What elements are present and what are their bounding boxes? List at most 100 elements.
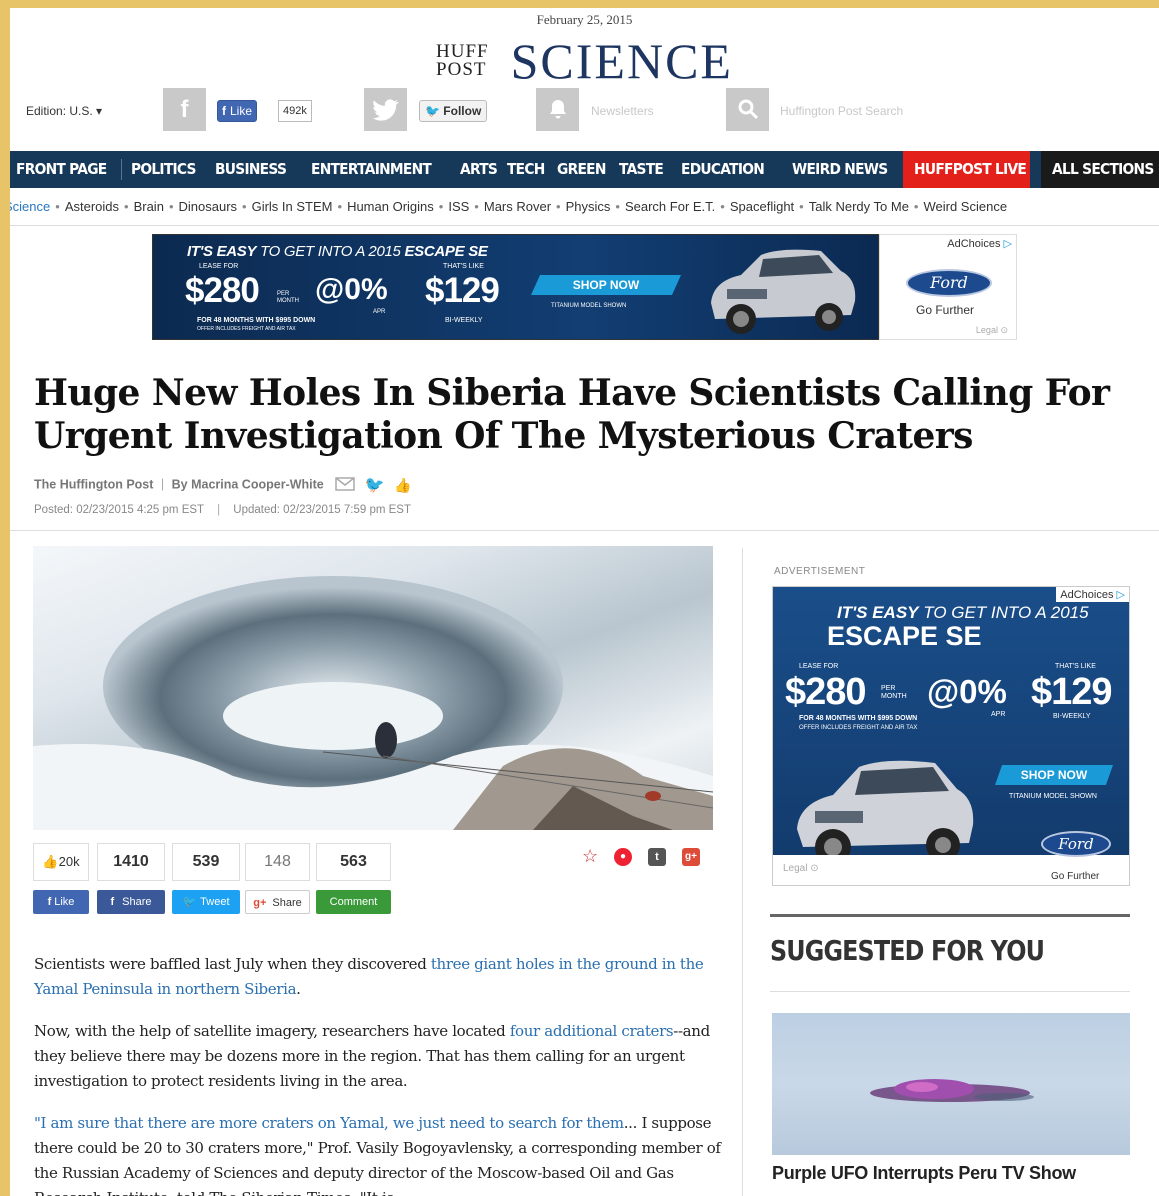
subnav-item-talk-nerdy[interactable]: Talk Nerdy To Me bbox=[809, 199, 909, 214]
header-divider bbox=[10, 530, 1159, 531]
toolbar: Edition: U.S. ▾ f f Like 492k 🐦 Follow Ne… bbox=[10, 88, 1159, 134]
search-icon[interactable] bbox=[726, 88, 769, 131]
sidebar-adchoices[interactable]: AdChoices ▷ bbox=[1056, 587, 1129, 602]
sidebar-ad-legal[interactable]: Legal ⊙ bbox=[783, 863, 819, 874]
email-author-icon[interactable] bbox=[335, 476, 355, 494]
nav-item-tech[interactable]: TECH bbox=[507, 151, 545, 188]
newsletters-link[interactable]: Newsletters bbox=[591, 104, 654, 118]
subnav-item-asteroids[interactable]: Asteroids bbox=[65, 199, 119, 214]
ad-headline-3: ESCAPE SE bbox=[404, 243, 488, 260]
link-more-craters-quote[interactable]: "I am sure that there are more craters o… bbox=[34, 1114, 624, 1132]
twitter-bird-icon bbox=[372, 99, 399, 121]
nav-item-taste[interactable]: TASTE bbox=[619, 151, 664, 188]
nav-item-green[interactable]: GREEN bbox=[557, 151, 606, 188]
tumblr-icon[interactable]: t bbox=[648, 848, 666, 866]
sidebar-ad[interactable]: AdChoices ▷ IT'S EASY TO GET INTO A 2015… bbox=[772, 586, 1130, 886]
facebook-like-button[interactable]: f Like bbox=[217, 100, 258, 122]
suggested-heading: SUGGESTED FOR YOU bbox=[770, 934, 1045, 967]
subnav-item-dinosaurs[interactable]: Dinosaurs bbox=[179, 199, 238, 214]
sidebar-ad-terms: FOR 48 MONTHS WITH $995 DOWN bbox=[799, 715, 918, 722]
twitter-follow-button[interactable]: 🐦 Follow bbox=[419, 100, 488, 122]
thumbs-up-icon: 👍 bbox=[42, 854, 59, 869]
section-title[interactable]: SCIENCE bbox=[511, 32, 733, 90]
subnav-item-brain[interactable]: Brain bbox=[134, 199, 164, 214]
gplus-share-count: 148 bbox=[245, 843, 310, 881]
author-fan-icon[interactable]: 👍 bbox=[394, 477, 411, 494]
follow-bird-icon: 🐦 bbox=[425, 104, 440, 118]
facebook-icon[interactable]: f bbox=[163, 88, 206, 131]
comment-button[interactable]: Comment bbox=[316, 890, 391, 914]
fb-icon: f bbox=[47, 896, 52, 908]
ad-shop-now-button[interactable]: SHOP NOW bbox=[531, 275, 681, 295]
nav-item-huffpost-live[interactable]: HUFFPOST LIVE bbox=[903, 151, 1030, 188]
ford-logo: Ford bbox=[906, 269, 992, 297]
newsletter-icon[interactable] bbox=[536, 88, 579, 131]
byline-author[interactable]: By Macrina Cooper-White bbox=[172, 477, 324, 491]
science-subnav: Science•Asteroids•Brain•Dinosaurs•Girls … bbox=[10, 188, 1159, 226]
sidebar-ad-headline-1: IT'S EASY bbox=[837, 603, 919, 622]
tweet-button[interactable]: 🐦 Tweet bbox=[172, 890, 240, 914]
nav-item-all-sections[interactable]: ALL SECTIONS bbox=[1041, 151, 1159, 188]
subnav-item-science[interactable]: Science bbox=[10, 199, 50, 214]
sidebar-ad-biweekly-label: BI-WEEKLY bbox=[1053, 713, 1091, 720]
nav-item-arts[interactable]: ARTS bbox=[460, 151, 498, 188]
adchoices-link[interactable]: AdChoices ▷ bbox=[947, 237, 1012, 250]
edition-selector[interactable]: Edition: U.S. ▾ bbox=[26, 104, 102, 118]
subnav-item-weird-science[interactable]: Weird Science bbox=[923, 199, 1007, 214]
author-twitter-icon[interactable]: 🐦 bbox=[365, 475, 385, 495]
subnav-item-mars-rover[interactable]: Mars Rover bbox=[484, 199, 551, 214]
banner-ad-branding: AdChoices ▷ Ford Go Further Legal ⊙ bbox=[879, 234, 1017, 340]
sidebar-ad-thats-like: THAT'S LIKE bbox=[1055, 663, 1096, 670]
sidebar-adchoices-label: AdChoices bbox=[1060, 589, 1114, 601]
huffpost-logo[interactable]: HUFF POST bbox=[436, 42, 489, 79]
adchoices-icon: ▷ bbox=[1003, 238, 1012, 250]
sidebar-ad-apr: @0% bbox=[927, 673, 1007, 710]
banner-ad[interactable]: IT'S EASY TO GET INTO A 2015 ESCAPE SE L… bbox=[152, 234, 879, 340]
ad-headline-1: IT'S EASY bbox=[187, 243, 257, 260]
gplus-share-button[interactable]: g+ Share bbox=[245, 890, 310, 914]
twitter-icon[interactable] bbox=[364, 88, 407, 131]
subnav-item-girls-in-stem[interactable]: Girls In STEM bbox=[252, 199, 333, 214]
nav-item-weird-news[interactable]: WEIRD NEWS bbox=[792, 151, 888, 188]
ad-legal-link[interactable]: Legal ⊙ bbox=[976, 325, 1008, 336]
subnav-item-iss[interactable]: ISS bbox=[448, 199, 469, 214]
search-input[interactable]: Huffington Post Search bbox=[780, 104, 903, 118]
suggested-bottom-rule bbox=[770, 991, 1130, 992]
nav-item-entertainment[interactable]: ENTERTAINMENT bbox=[311, 151, 432, 188]
link-four-additional-craters[interactable]: four additional craters bbox=[510, 1022, 674, 1040]
nav-item-education[interactable]: EDUCATION bbox=[681, 151, 765, 188]
nav-separator bbox=[121, 159, 122, 180]
fb-f-icon: f bbox=[222, 104, 226, 118]
huffpost-like-count[interactable]: 👍20k bbox=[33, 843, 89, 881]
column-divider bbox=[742, 548, 743, 1196]
byline-source[interactable]: The Huffington Post bbox=[34, 477, 153, 491]
masthead: HUFF POST SCIENCE bbox=[10, 32, 1159, 90]
sidebar-ad-biweekly: $129 bbox=[1031, 671, 1113, 713]
suggested-story-title[interactable]: Purple UFO Interrupts Peru TV Show bbox=[772, 1163, 1076, 1184]
nav-item-business[interactable]: BUSINESS bbox=[215, 151, 287, 188]
stumbleupon-icon[interactable]: ● bbox=[614, 848, 632, 866]
facebook-like-share-button[interactable]: f Like bbox=[33, 890, 89, 914]
likes-count: 20k bbox=[58, 854, 80, 869]
subnav-item-physics[interactable]: Physics bbox=[566, 199, 611, 214]
magnifier-icon bbox=[738, 99, 758, 120]
facebook-share-button[interactable]: f Share bbox=[97, 890, 165, 914]
ad-lease-for: LEASE FOR bbox=[199, 263, 239, 270]
googleplus-icon[interactable]: g+ bbox=[682, 848, 700, 866]
nav-item-politics[interactable]: POLITICS bbox=[131, 151, 196, 188]
sidebar-shop-now-button[interactable]: SHOP NOW bbox=[995, 765, 1113, 785]
sidebar-ad-apr-label: APR bbox=[991, 711, 1006, 718]
bookmark-icon[interactable]: ☆ bbox=[582, 846, 598, 867]
sidebar-model-shown: TITANIUM MODEL SHOWN bbox=[1009, 793, 1097, 800]
ad-biweekly-price: $129 bbox=[425, 271, 500, 310]
crater-photo[interactable] bbox=[33, 546, 713, 830]
subnav-item-human-origins[interactable]: Human Origins bbox=[347, 199, 434, 214]
p2-text-a: Now, with the help of satellite imagery,… bbox=[34, 1022, 510, 1040]
ad-headline: IT'S EASY TO GET INTO A 2015 ESCAPE SE bbox=[187, 243, 488, 260]
subnav-item-search-for-et[interactable]: Search For E.T. bbox=[625, 199, 715, 214]
ufo-thumbnail[interactable] bbox=[772, 1013, 1130, 1155]
nav-item-front-page[interactable]: FRONT PAGE bbox=[16, 151, 107, 188]
sidebar-ad-model: ESCAPE SE bbox=[827, 621, 982, 652]
ad-legal-label: Legal bbox=[975, 325, 998, 335]
subnav-item-spaceflight[interactable]: Spaceflight bbox=[730, 199, 794, 214]
